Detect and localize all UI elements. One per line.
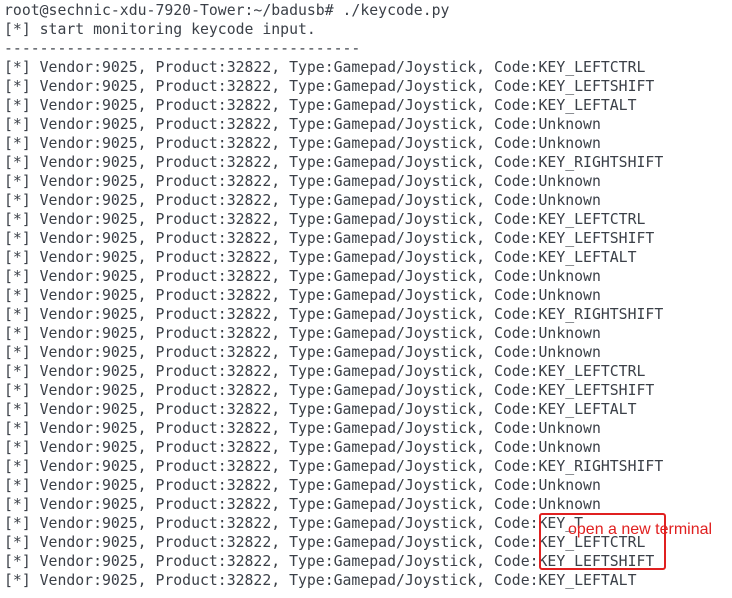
- event-line: [*] Vendor:9025, Product:32822, Type:Gam…: [4, 249, 637, 266]
- event-line: [*] Vendor:9025, Product:32822, Type:Gam…: [4, 173, 601, 190]
- event-line: [*] Vendor:9025, Product:32822, Type:Gam…: [4, 363, 646, 380]
- event-line: [*] Vendor:9025, Product:32822, Type:Gam…: [4, 192, 601, 209]
- event-line: [*] Vendor:9025, Product:32822, Type:Gam…: [4, 382, 655, 399]
- event-line: [*] Vendor:9025, Product:32822, Type:Gam…: [4, 268, 601, 285]
- event-line: [*] Vendor:9025, Product:32822, Type:Gam…: [4, 306, 664, 323]
- event-line: [*] Vendor:9025, Product:32822, Type:Gam…: [4, 458, 664, 475]
- event-line: [*] Vendor:9025, Product:32822, Type:Gam…: [4, 344, 601, 361]
- event-line: [*] Vendor:9025, Product:32822, Type:Gam…: [4, 287, 601, 304]
- event-line: [*] Vendor:9025, Product:32822, Type:Gam…: [4, 420, 601, 437]
- event-line: [*] Vendor:9025, Product:32822, Type:Gam…: [4, 439, 601, 456]
- event-line: [*] Vendor:9025, Product:32822, Type:Gam…: [4, 325, 601, 342]
- event-line: [*] Vendor:9025, Product:32822, Type:Gam…: [4, 78, 655, 95]
- prompt-line: root@sechnic-xdu-7920-Tower:~/badusb# ./…: [4, 2, 450, 19]
- event-line: [*] Vendor:9025, Product:32822, Type:Gam…: [4, 116, 601, 133]
- event-line: [*] Vendor:9025, Product:32822, Type:Gam…: [4, 230, 655, 247]
- start-message: [*] start monitoring keycode input.: [4, 21, 316, 38]
- separator-line: ----------------------------------------: [4, 40, 361, 57]
- event-line: [*] Vendor:9025, Product:32822, Type:Gam…: [4, 154, 664, 171]
- event-line: [*] Vendor:9025, Product:32822, Type:Gam…: [4, 496, 601, 513]
- event-line: [*] Vendor:9025, Product:32822, Type:Gam…: [4, 59, 646, 76]
- terminal-window[interactable]: root@sechnic-xdu-7920-Tower:~/badusb# ./…: [0, 0, 732, 598]
- event-line: [*] Vendor:9025, Product:32822, Type:Gam…: [4, 97, 637, 114]
- event-line: [*] Vendor:9025, Product:32822, Type:Gam…: [4, 401, 637, 418]
- event-line: [*] Vendor:9025, Product:32822, Type:Gam…: [4, 211, 646, 228]
- event-line: [*] Vendor:9025, Product:32822, Type:Gam…: [4, 477, 601, 494]
- event-line: [*] Vendor:9025, Product:32822, Type:Gam…: [4, 135, 601, 152]
- event-line: [*] Vendor:9025, Product:32822, Type:Gam…: [4, 572, 637, 589]
- annotation-label: open a new terminal: [568, 521, 713, 538]
